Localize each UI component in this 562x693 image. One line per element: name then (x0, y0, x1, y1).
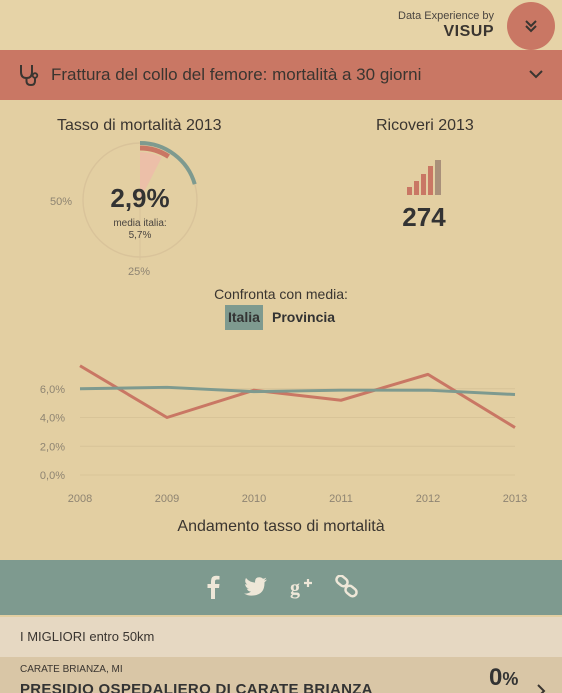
y-tick-label: 4,0% (40, 413, 65, 425)
mortality-series-line (79, 364, 516, 429)
facebook-icon[interactable] (204, 574, 222, 600)
y-tick-label: 6,0% (40, 384, 65, 396)
double-chevron-down-icon (525, 20, 537, 33)
gauge-tick-50: 50% (50, 196, 73, 208)
social-bar: g (0, 560, 562, 615)
stethoscope-icon (20, 65, 39, 87)
chart-title: Andamento tasso di mortalità (177, 518, 385, 535)
twitter-icon[interactable] (244, 576, 268, 598)
gauge-tick-25: 25% (128, 266, 151, 278)
x-tick-label: 2013 (503, 493, 527, 505)
y-tick-label: 0,0% (40, 470, 65, 482)
hospital-value-number: 0 (489, 664, 503, 691)
svg-text:g: g (290, 577, 300, 599)
mortality-trend-chart: 0,0% 2,0% 4,0% 6,0% 2008 2009 2010 2011 2012 2013 (40, 364, 527, 505)
hospital-city: CARATE BRIANZA, MI (20, 664, 123, 675)
brand[interactable]: Data Experience by VISUP (398, 10, 494, 41)
x-tick-label: 2010 (242, 493, 266, 505)
indicator-selector[interactable]: Frattura del collo del femore: mortalità… (0, 50, 562, 100)
chevron-right-icon (537, 684, 546, 693)
x-tick-label: 2012 (416, 493, 440, 505)
brand-tagline: Data Experience by (398, 10, 494, 22)
x-tick-label: 2011 (329, 493, 353, 505)
compare-provincia-button[interactable]: Provincia (272, 305, 335, 330)
x-tick-label: 2009 (155, 493, 179, 505)
indicator-title: Frattura del collo del femore: mortalità… (51, 65, 422, 84)
average-label: media italia: (113, 218, 167, 229)
hospital-value-unit: % (502, 669, 519, 689)
x-tick-label: 2008 (68, 493, 92, 505)
bar-chart-icon (407, 160, 441, 195)
menu-button[interactable] (507, 2, 555, 50)
average-value: 5,7% (128, 230, 152, 241)
mortality-label: Tasso di mortalità 2013 (57, 117, 222, 134)
link-icon[interactable] (334, 575, 360, 599)
hospital-name: PRESIDIO OSPEDALIERO DI CARATE BRIANZA (20, 681, 373, 693)
top-bar: Data Experience by VISUP (0, 0, 562, 50)
chevron-down-icon (529, 70, 543, 79)
admissions-value: 274 (402, 202, 446, 232)
y-tick-label: 2,0% (40, 441, 65, 453)
brand-name: VISUP (443, 23, 494, 40)
google-plus-icon[interactable]: g (289, 574, 315, 600)
best-nearby-header: I MIGLIORI entro 50km (0, 617, 562, 657)
compare-label: Confronta con media: (214, 286, 348, 302)
admissions-label: Ricoveri 2013 (376, 117, 474, 134)
hospital-list-item[interactable]: CARATE BRIANZA, MI PRESIDIO OSPEDALIERO … (0, 657, 562, 693)
hospital-mortality-value: 0% (489, 664, 518, 692)
best-nearby-label: I MIGLIORI entro 50km (20, 629, 155, 644)
compare-italia-button[interactable]: Italia (225, 305, 263, 330)
mortality-value: 2,9% (110, 183, 170, 213)
